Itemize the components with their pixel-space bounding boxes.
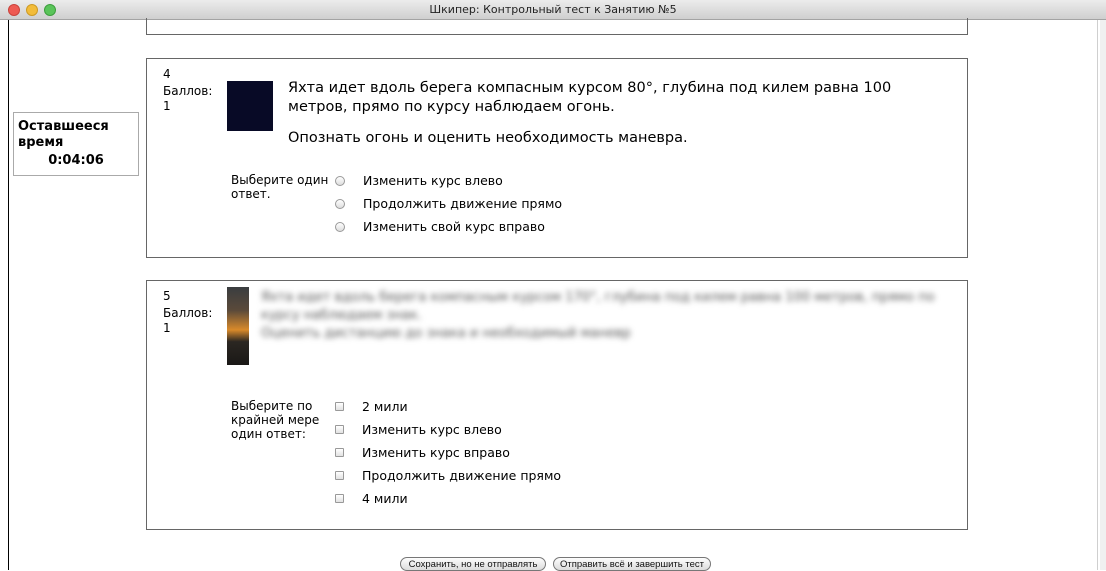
question-info: 4 Баллов: 1 (163, 67, 212, 114)
question-text-line1: Яхта идет вдоль берега компасным курсом … (261, 290, 935, 323)
scrollbar-track[interactable] (1100, 20, 1106, 570)
radio-button[interactable] (335, 175, 345, 186)
question-number: 5 (163, 289, 171, 303)
answer-option-label: 2 мили (362, 399, 408, 414)
window-border-left (8, 20, 9, 570)
question-text: Яхта идет вдоль берега компасным курсом … (288, 79, 938, 158)
points-label: Баллов: (163, 306, 213, 320)
question-text-line2: Опознать огонь и оценить необходимость м… (288, 130, 688, 146)
answer-option-1[interactable]: Изменить курс влево (335, 173, 503, 188)
question-text-line2: Оценить дистанцию до знака и необходимый… (261, 326, 631, 341)
night-light-image (227, 81, 273, 131)
submit-and-finish-button[interactable]: Отправить всё и завершить тест (553, 557, 711, 571)
save-without-submit-button[interactable]: Сохранить, но не отправлять (400, 557, 546, 571)
answer-option-2[interactable]: Изменить курс влево (335, 422, 502, 437)
answer-option-3[interactable]: Изменить курс вправо (335, 445, 510, 460)
radio-button[interactable] (335, 198, 345, 209)
answer-option-label: Продолжить движение прямо (362, 468, 562, 483)
answer-option-label: Изменить свой курс вправо (363, 219, 545, 234)
radio-button[interactable] (335, 221, 345, 232)
answer-option-4[interactable]: Продолжить движение прямо (335, 468, 561, 483)
question-number: 4 (163, 67, 171, 81)
question-text-line1: Яхта идет вдоль берега компасным курсом … (288, 80, 892, 115)
answer-prompt: Выберите один ответ. (231, 173, 329, 201)
question-text-blurred: Яхта идет вдоль берега компасным курсом … (261, 289, 941, 343)
question-4: 4 Баллов: 1 Яхта идет вдоль берега компа… (146, 58, 968, 258)
checkbox[interactable] (335, 425, 344, 434)
window-title: Шкипер: Контрольный тест к Занятию №5 (429, 3, 677, 16)
points-value: 1 (163, 321, 171, 335)
navigation-mark-image (227, 287, 249, 365)
answer-option-label: Изменить курс влево (363, 173, 503, 188)
answer-option-3[interactable]: Изменить свой курс вправо (335, 219, 545, 234)
checkbox[interactable] (335, 402, 344, 411)
answer-option-2[interactable]: Продолжить движение прямо (335, 196, 562, 211)
checkbox[interactable] (335, 494, 344, 503)
answer-option-5[interactable]: 4 мили (335, 491, 408, 506)
answer-option-label: Продолжить движение прямо (363, 196, 563, 211)
answer-option-label: Изменить курс вправо (362, 445, 510, 460)
window-border-right (1097, 20, 1098, 570)
answer-option-label: 4 мили (362, 491, 408, 506)
previous-question-box (146, 18, 968, 35)
answer-option-label: Изменить курс влево (362, 422, 502, 437)
remaining-time-panel: Оставшееся время 0:04:06 (13, 112, 139, 176)
points-value: 1 (163, 99, 171, 113)
points-label: Баллов: (163, 84, 213, 98)
checkbox[interactable] (335, 471, 344, 480)
checkbox[interactable] (335, 448, 344, 457)
answer-option-1[interactable]: 2 мили (335, 399, 408, 414)
remaining-time-label: Оставшееся время (18, 119, 109, 150)
answer-prompt: Выберите по крайней мере один ответ: (231, 399, 320, 441)
question-5: 5 Баллов: 1 Яхта идет вдоль берега компа… (146, 280, 968, 530)
remaining-time-value: 0:04:06 (48, 153, 104, 168)
window-titlebar: Шкипер: Контрольный тест к Занятию №5 (0, 0, 1106, 20)
question-info: 5 Баллов: 1 (163, 289, 212, 336)
